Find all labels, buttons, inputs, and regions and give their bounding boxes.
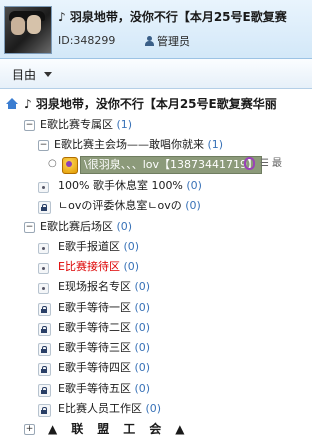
user-row[interactable]: ○ \很羽泉、、、lov【13873441719】 ☰ 最 [0,155,312,175]
group-label: ▲ 联 盟 工 会 ▲ [48,422,186,436]
role-label: 管理员 [144,33,190,49]
tree-channel[interactable]: E歌手等待二区 (0) [0,318,312,338]
lock-icon [38,323,51,336]
tree-root[interactable]: ♪ 羽泉地带，没你不行【本月25号E歌复赛华丽 [0,94,312,114]
tree-group[interactable]: + ▲ 联 盟 工 会 ▲ [0,419,312,439]
tree-channel[interactable]: E歌手等待三区 (0) [0,338,312,358]
group-label: E歌比赛专属区 (1) [40,118,133,131]
channel-title: ♪ 羽泉地带，没你不行【本月25号E歌复赛 [58,10,287,24]
root-label: ♪ 羽泉地带，没你不行【本月25号E歌复赛华丽 [24,97,277,111]
channel-label: 100% 歌手休息室 100% (0) [58,179,202,192]
menu-button[interactable]: 目由 [12,66,53,83]
chevron-down-icon [44,72,53,77]
channel-label: E歌手等待一区 (0) [58,301,151,314]
tree-channel[interactable]: E歌手等待四区 (0) [0,358,312,378]
channel-label: ㄴovの评委休息室ㄴovの (0) [58,199,201,212]
indicator-icon: ○ [48,158,57,169]
user-extra: 最 [272,158,282,169]
channel-dot-icon [38,182,49,193]
collapse-icon[interactable]: − [24,120,35,131]
channel-tree: ♪ 羽泉地带，没你不行【本月25号E歌复赛华丽 − E歌比赛专属区 (1) − … [0,90,312,440]
lock-icon [38,201,51,214]
channel-dot-icon [38,243,49,254]
role-text: 管理员 [157,35,190,48]
channel-label: E现场报名专区 (0) [58,280,151,293]
tree-channel[interactable]: E比赛人员工作区 (0) [0,399,312,419]
home-icon [6,98,18,109]
lock-icon [38,384,51,397]
channel-label: E比赛接待区 (0) [58,260,140,273]
headset-icon [244,157,255,170]
tree-group[interactable]: − E歌比赛专属区 (1) [0,115,312,135]
tree-channel[interactable]: 100% 歌手休息室 100% (0) [0,176,312,196]
channel-label: E歌手等待二区 (0) [58,321,151,334]
menu-label: 目由 [12,68,37,82]
group-label: E歌比赛后场区 (0) [40,220,133,233]
channel-label: E歌手等待三区 (0) [58,341,151,354]
lock-icon [38,404,51,417]
menu-bar: 目由 [0,59,312,89]
channel-dot-icon [38,283,49,294]
tree-channel[interactable]: E现场报名专区 (0) [0,277,312,297]
tree-channel[interactable]: E歌手等待五区 (0) [0,379,312,399]
user-badge-icon [62,157,78,174]
channel-label: E歌手等待五区 (0) [58,382,151,395]
tree-group[interactable]: − E歌比赛后场区 (0) [0,217,312,237]
lock-icon [38,343,51,356]
tree-channel[interactable]: ㄴovの评委休息室ㄴovの (0) [0,196,312,216]
person-icon [144,36,154,46]
tree-channel[interactable]: E比赛接待区 (0) [0,257,312,277]
channel-dot-icon [38,263,49,274]
channel-label: E比赛人员工作区 (0) [58,402,162,415]
channel-header: ♪ 羽泉地带，没你不行【本月25号E歌复赛 ID:348299 管理员 [0,0,312,59]
channel-label: E歌手报道区 (0) [58,240,140,253]
tree-channel[interactable]: E歌手等待一区 (0) [0,298,312,318]
channel-avatar[interactable] [4,6,52,54]
lock-icon [38,363,51,376]
expand-icon[interactable]: + [24,424,35,435]
tree-group[interactable]: − E歌比赛主会场——敢唱你就来 (1) [0,135,312,155]
tree-channel[interactable]: E歌手报道区 (0) [0,237,312,257]
collapse-icon[interactable]: − [38,140,49,151]
collapse-icon[interactable]: − [24,222,35,233]
channel-id: ID:348299 [58,34,116,47]
group-label: E歌比赛主会场——敢唱你就来 (1) [54,138,224,151]
channel-label: E歌手等待四区 (0) [58,361,151,374]
user-name[interactable]: \很羽泉、、、lov【13873441719】 [80,156,262,174]
lock-icon [38,303,51,316]
edit-icon: ☰ [260,158,269,169]
